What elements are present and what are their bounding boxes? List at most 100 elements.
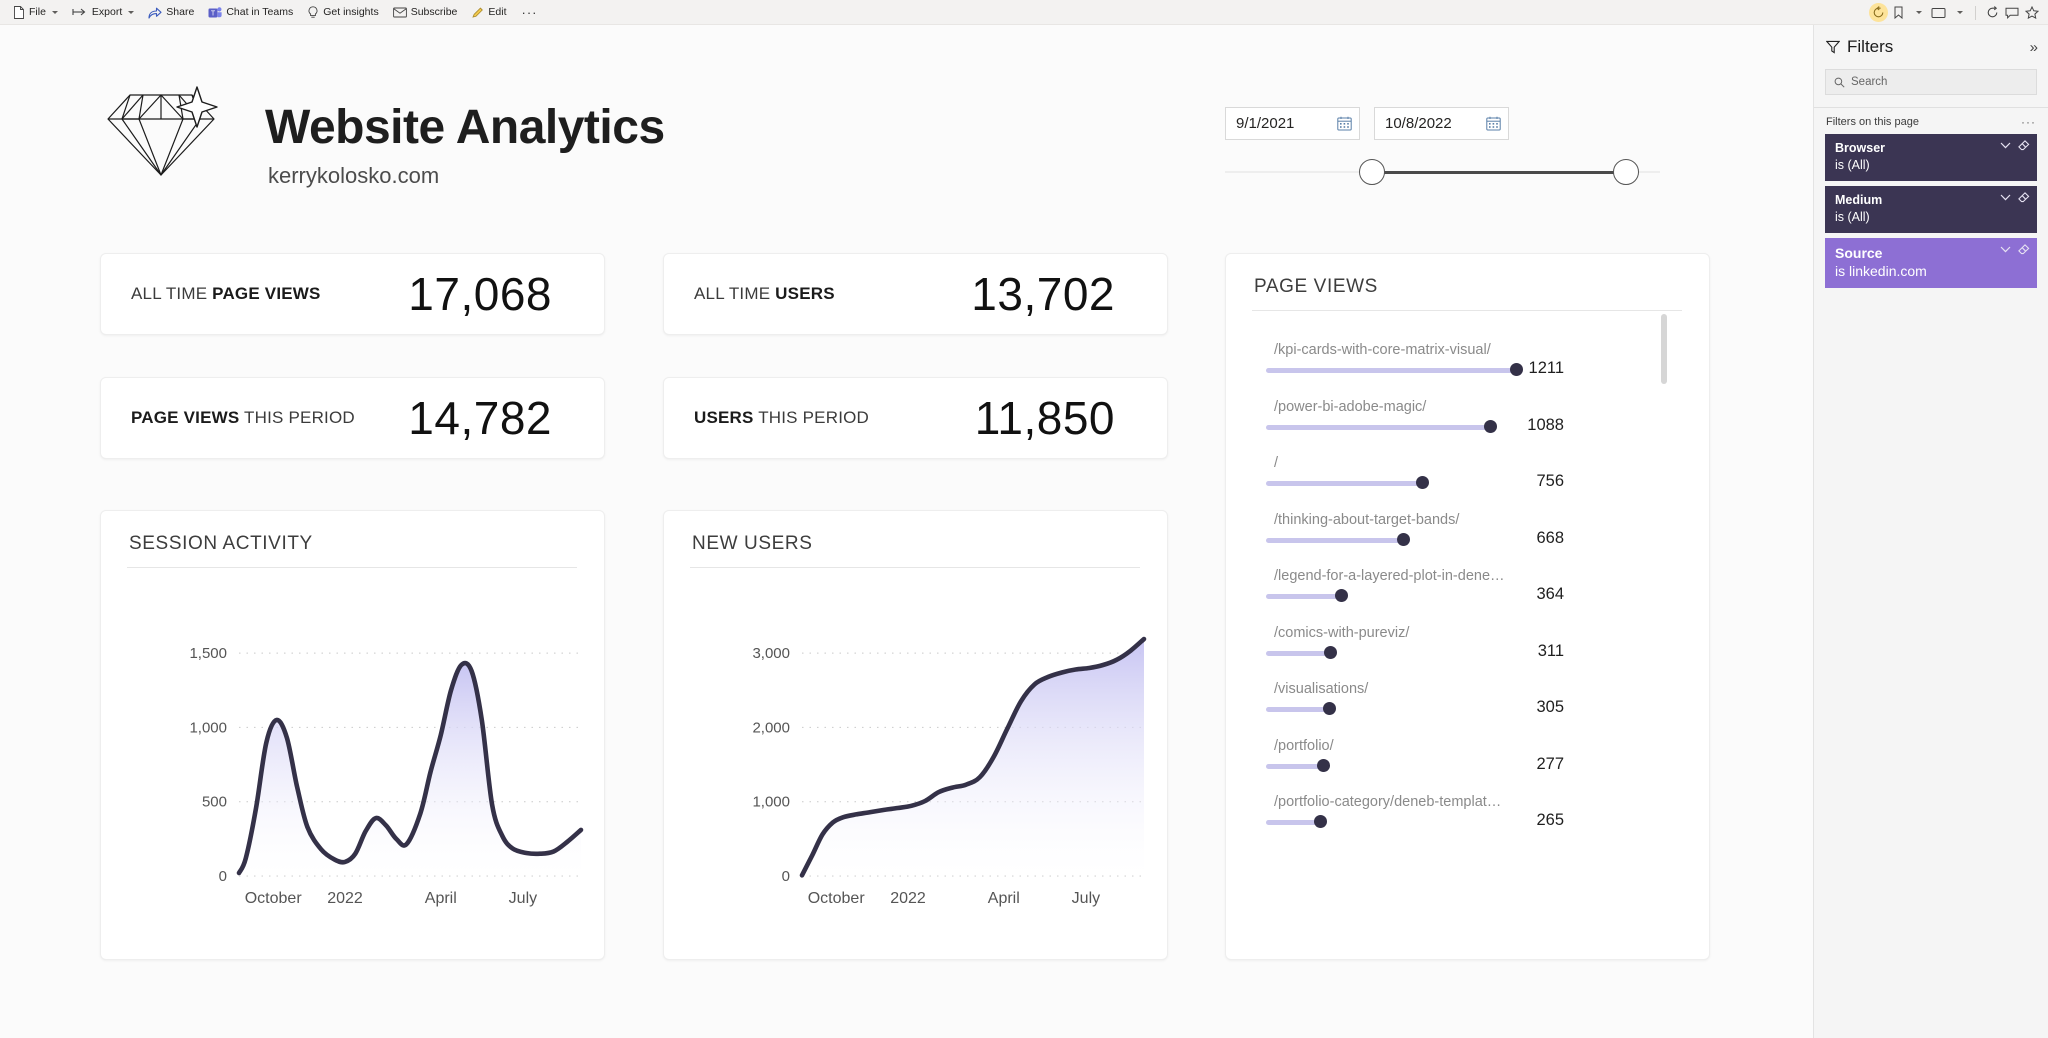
file-icon	[14, 5, 24, 19]
kpi-card-users-this-period[interactable]: USERS THIS PERIOD 11,850	[663, 377, 1168, 459]
page-view-label: /portfolio/	[1274, 737, 1334, 754]
filter-card-source[interactable]: Source is linkedin.com	[1825, 237, 2037, 289]
chevron-down-icon	[128, 10, 135, 14]
filter-card-browser[interactable]: Browser is (All)	[1825, 134, 2037, 181]
filter-icon	[1826, 40, 1840, 54]
page-view-dot[interactable]	[1334, 589, 1348, 602]
chevron-down-icon[interactable]	[2000, 142, 2011, 149]
page-views-title: PAGE VIEWS	[1254, 276, 1378, 297]
page-view-track	[1266, 537, 1404, 543]
page-view-track	[1266, 594, 1342, 599]
pencil-icon	[472, 7, 484, 18]
kpi-label-bold: PAGE VIEWS	[212, 284, 321, 303]
page-views-card[interactable]: PAGE VIEWS /kpi-cards-with-core-matrix-v…	[1225, 253, 1710, 960]
page-views-scrollbar[interactable]	[1661, 314, 1667, 384]
page-view-track	[1266, 368, 1516, 373]
reset-button[interactable]	[1869, 3, 1888, 22]
chevron-down-icon[interactable]	[2000, 246, 2011, 253]
slider-handle-start[interactable]	[1359, 159, 1385, 185]
kpi-label-light: ALL TIME	[131, 284, 213, 303]
share-label: Share	[166, 6, 195, 18]
y-axis-tick: 1,500	[189, 645, 227, 662]
page-view-dot[interactable]	[1316, 758, 1330, 772]
page-view-label: /legend-for-a-layered-plot-in-dene…	[1274, 568, 1505, 584]
eraser-icon[interactable]	[2018, 140, 2030, 151]
y-axis-tick: 3,000	[752, 645, 790, 662]
chat-in-teams-label: Chat in Teams	[226, 6, 294, 18]
kpi-label-bold: USERS	[694, 408, 754, 427]
end-date-field[interactable]: 10/8/2022	[1374, 107, 1509, 140]
filter-condition: is (All)	[1835, 209, 1870, 224]
command-bar: File Export Share T Chat in Teams Get in…	[0, 0, 2048, 25]
area-chart-svg: 0 1,000 2,000 3,000 October 2022 April July	[752, 636, 1147, 907]
kpi-card-page-views-this-period[interactable]: PAGE VIEWS THIS PERIOD 14,782	[100, 377, 605, 459]
export-icon	[72, 8, 86, 16]
filters-pane: Filters » Search Filters on this page ··…	[1813, 25, 2048, 1038]
filters-search-input[interactable]: Search	[1825, 69, 2037, 95]
eraser-icon[interactable]	[2018, 191, 2030, 203]
page-view-label: /thinking-about-target-bands/	[1274, 511, 1460, 528]
page-view-dot[interactable]	[1509, 363, 1523, 376]
date-range-slicer: 9/1/2021 10/8/2022	[1225, 107, 1675, 187]
favorite-button[interactable]	[2022, 2, 2042, 24]
chat-in-teams-button[interactable]: T Chat in Teams	[201, 1, 300, 23]
share-button[interactable]: Share	[141, 1, 201, 23]
filter-card-icons	[2000, 191, 2030, 203]
export-menu-button[interactable]: Export	[65, 1, 141, 23]
filter-card-list: Browser is (All) Medium is (All) Source is li…	[1814, 134, 2048, 289]
reset-icon	[1873, 6, 1884, 18]
kpi-card-all-time-users[interactable]: ALL TIME USERS 13,702	[663, 253, 1168, 335]
page-title: Website Analytics	[265, 101, 665, 154]
page-view-dot[interactable]	[1323, 645, 1337, 659]
page-view-label: /kpi-cards-with-core-matrix-visual/	[1274, 342, 1491, 358]
kpi-label: USERS THIS PERIOD	[694, 408, 869, 428]
toolbar-divider	[1975, 5, 1976, 20]
double-chevron-right-icon[interactable]: »	[2030, 39, 2038, 56]
filters-group-more-button[interactable]: ···	[2021, 115, 2036, 129]
page-view-dot[interactable]	[1415, 476, 1429, 489]
bookmarks-button[interactable]	[1888, 2, 1908, 24]
page-view-label: /visualisations/	[1274, 681, 1369, 697]
x-axis-tick: July	[509, 890, 537, 907]
export-menu-label: Export	[91, 6, 123, 18]
slider-handle-end[interactable]	[1613, 159, 1639, 185]
new-users-card[interactable]: NEW USERS 0 1,000 2,000 3,000 October 2022 Apr…	[663, 510, 1168, 960]
x-axis-tick: April	[988, 890, 1020, 907]
command-bar-right	[1869, 0, 2042, 25]
page-view-dot[interactable]	[1484, 419, 1498, 433]
session-activity-card[interactable]: SESSION ACTIVITY 0 500 1,000 1,500 October 20…	[100, 510, 605, 960]
chevron-down-icon	[1916, 11, 1922, 14]
view-button[interactable]	[1928, 2, 1949, 24]
bookmarks-caret[interactable]	[1908, 2, 1928, 24]
kpi-label: PAGE VIEWS THIS PERIOD	[131, 408, 355, 428]
envelope-icon	[392, 7, 407, 17]
filter-card-medium[interactable]: Medium is (All)	[1825, 185, 2037, 233]
calendar-icon[interactable]	[1337, 116, 1352, 131]
eraser-icon[interactable]	[2018, 243, 2030, 255]
page-view-dot[interactable]	[1322, 702, 1336, 715]
get-insights-button[interactable]: Get insights	[300, 1, 385, 23]
page-view-value: 277	[1536, 754, 1564, 773]
edit-button[interactable]: Edit	[464, 1, 513, 23]
calendar-icon[interactable]	[1486, 116, 1501, 131]
x-axis-tick: July	[1072, 890, 1100, 907]
teams-icon: T	[208, 6, 222, 17]
file-menu-button[interactable]: File	[6, 1, 65, 23]
page-view-dot[interactable]	[1397, 532, 1411, 546]
refresh-button[interactable]	[1982, 2, 2002, 24]
x-axis-tick: 2022	[327, 890, 363, 907]
get-insights-label: Get insights	[323, 6, 379, 18]
end-date-value: 10/8/2022	[1385, 115, 1452, 132]
more-options-button[interactable]: ···	[514, 5, 546, 20]
page-view-label: /comics-with-pureviz/	[1274, 624, 1410, 641]
kpi-value: 17,068	[408, 268, 552, 320]
kpi-label-light: THIS PERIOD	[753, 408, 870, 427]
slider-selected-range	[1372, 171, 1630, 174]
page-view-dot[interactable]	[1314, 815, 1328, 828]
comment-button[interactable]	[2002, 2, 2022, 24]
subscribe-button[interactable]: Subscribe	[386, 1, 465, 23]
kpi-card-all-time-page-views[interactable]: ALL TIME PAGE VIEWS 17,068	[100, 253, 605, 335]
start-date-field[interactable]: 9/1/2021	[1225, 107, 1360, 140]
chevron-down-icon[interactable]	[2000, 194, 2011, 201]
view-caret[interactable]	[1949, 2, 1969, 24]
